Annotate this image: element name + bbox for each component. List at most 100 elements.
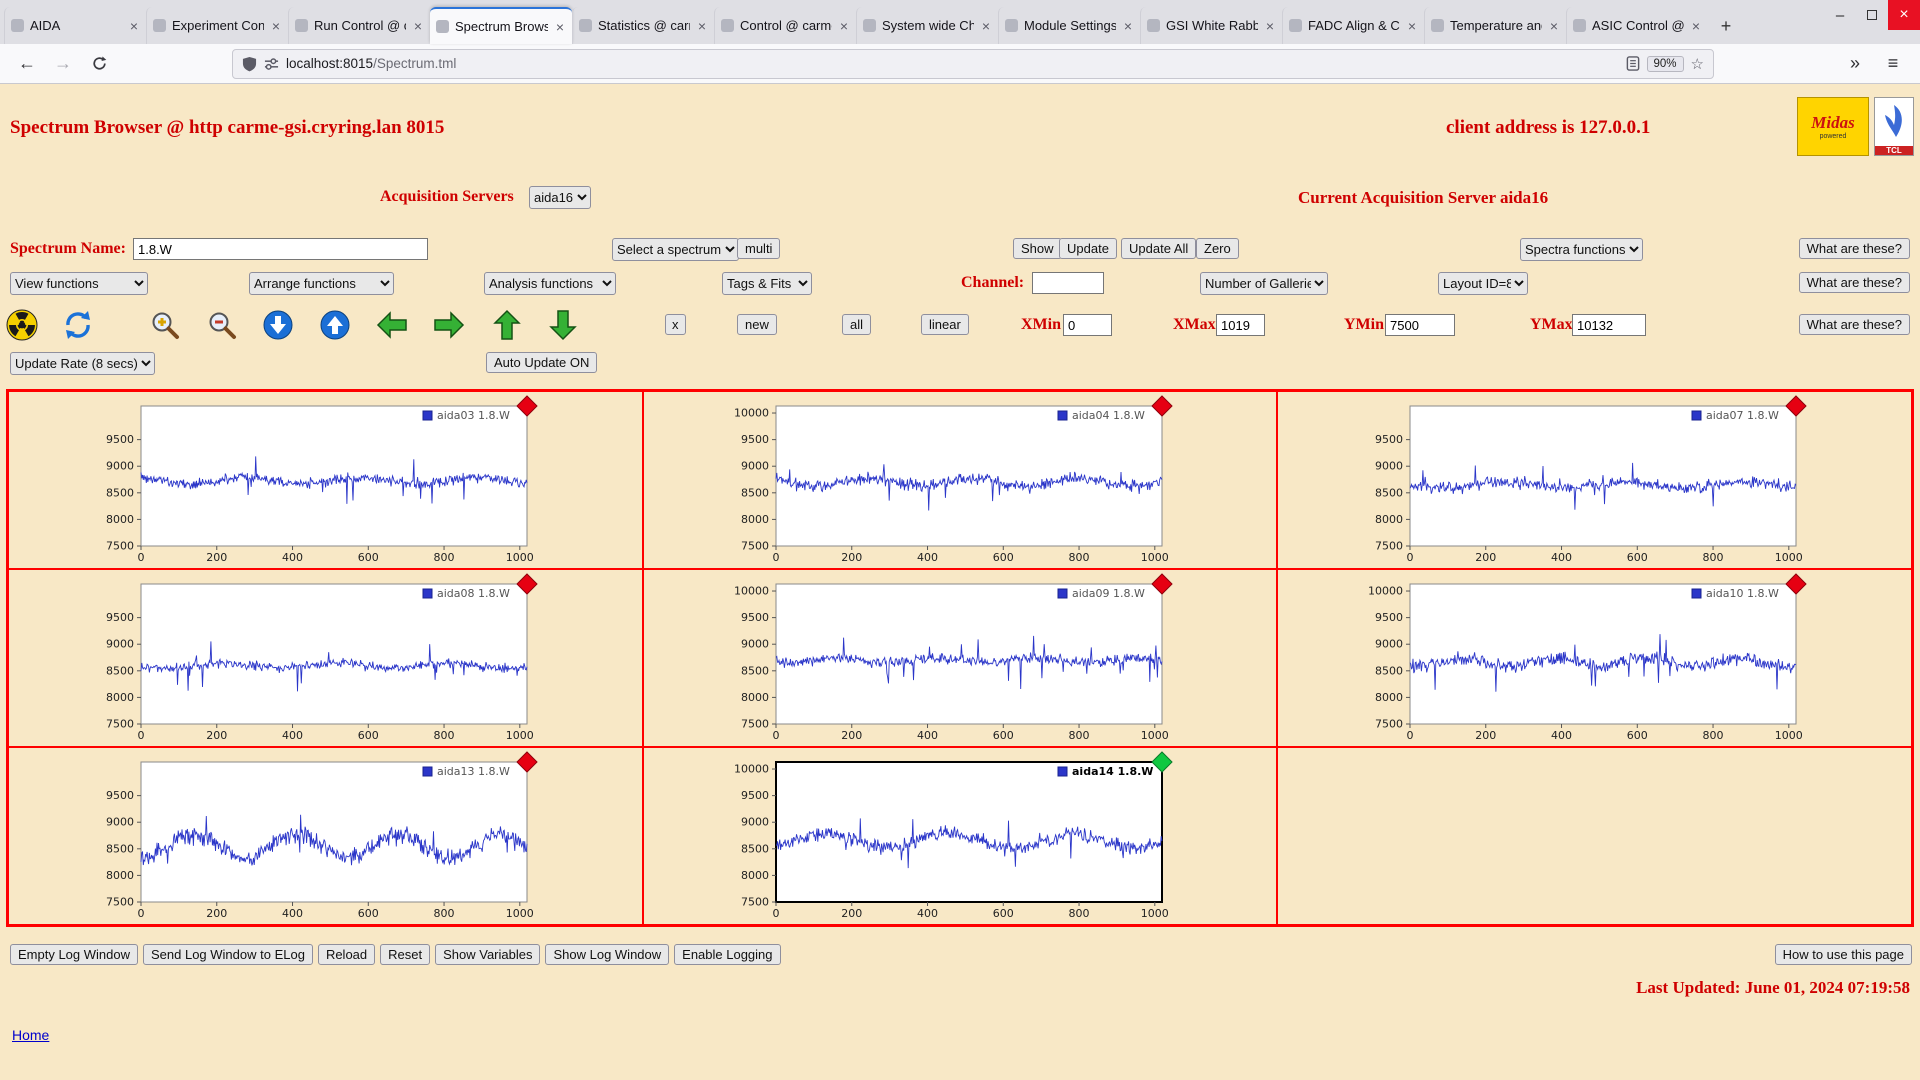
show-button[interactable]: Show xyxy=(1013,238,1062,259)
ymin-input[interactable] xyxy=(1385,314,1455,336)
move-left-icon[interactable] xyxy=(376,309,408,341)
radiation-icon[interactable] xyxy=(6,309,38,341)
browser-tab[interactable]: Run Control @ c × xyxy=(288,7,430,44)
view-functions-dropdown[interactable]: View functions xyxy=(10,272,148,295)
move-up-icon[interactable] xyxy=(491,309,523,341)
bookmark-star-icon[interactable]: ☆ xyxy=(1691,55,1704,73)
spectrum-cell-aida09[interactable]: 10000 9500 9000 8500 8000 7500 0 200 400 600 800 10… xyxy=(642,569,1278,747)
tab-close-icon[interactable]: × xyxy=(270,18,282,34)
tags-fits-dropdown[interactable]: Tags & Fits xyxy=(722,272,812,295)
address-bar[interactable]: localhost:8015/Spectrum.tml 90% ☆ xyxy=(232,48,1714,79)
ymax-input[interactable] xyxy=(1572,314,1646,336)
tab-close-icon[interactable]: × xyxy=(412,18,424,34)
tab-close-icon[interactable]: × xyxy=(838,18,850,34)
tab-close-icon[interactable]: × xyxy=(554,19,566,35)
spectrum-cell-aida13[interactable]: 9500 9000 8500 8000 7500 0 200 400 600 800 1000 aid… xyxy=(8,747,643,925)
spectrum-plot[interactable]: 9500 9000 8500 8000 7500 0 200 400 600 800 1000 aid… xyxy=(9,748,640,925)
browser-tab[interactable]: Module Settings × xyxy=(998,7,1140,44)
update-rate-dropdown[interactable]: Update Rate (8 secs) xyxy=(10,352,155,375)
tab-close-icon[interactable]: × xyxy=(1406,18,1418,34)
number-of-galleries-dropdown[interactable]: Number of Galleries xyxy=(1200,272,1328,295)
browser-tab[interactable]: Control @ carme × xyxy=(714,7,856,44)
update-button[interactable]: Update xyxy=(1059,238,1117,259)
refresh-spectra-icon[interactable] xyxy=(62,309,94,341)
select-spectrum-dropdown[interactable]: Select a spectrum xyxy=(612,238,739,261)
spectrum-cell-aida07[interactable]: 9500 9000 8500 8000 7500 0 200 400 600 800 1000 aid… xyxy=(1277,391,1912,569)
shield-icon[interactable] xyxy=(242,56,257,72)
browser-tab[interactable]: ASIC Control @ l × xyxy=(1566,7,1708,44)
x-button[interactable]: x xyxy=(665,314,686,335)
tab-close-icon[interactable]: × xyxy=(1122,18,1134,34)
how-to-use-button[interactable]: How to use this page xyxy=(1774,944,1912,965)
channel-input[interactable] xyxy=(1032,272,1104,294)
browser-tab[interactable]: FADC Align & Co × xyxy=(1282,7,1424,44)
zero-button[interactable]: Zero xyxy=(1196,238,1239,259)
new-tab-button[interactable]: + xyxy=(1712,11,1740,41)
footer-button[interactable]: Show Variables xyxy=(435,944,541,965)
spectrum-plot[interactable]: 9500 9000 8500 8000 7500 0 200 400 600 800 1000 aid… xyxy=(1278,392,1909,569)
move-down-icon[interactable] xyxy=(547,309,579,341)
layout-id-dropdown[interactable]: Layout ID=8 xyxy=(1438,272,1528,295)
footer-button[interactable]: Reset xyxy=(380,944,431,965)
zoom-in-icon[interactable] xyxy=(149,309,181,341)
connection-settings-icon[interactable] xyxy=(264,57,279,71)
spectrum-cell-aida08[interactable]: 9500 9000 8500 8000 7500 0 200 400 600 800 1000 aid… xyxy=(8,569,643,747)
expand-y-icon[interactable] xyxy=(262,309,294,341)
zoom-level-button[interactable]: 90% xyxy=(1646,55,1684,72)
spectrum-name-input[interactable] xyxy=(133,238,428,260)
tab-close-icon[interactable]: × xyxy=(128,18,140,34)
minimize-button[interactable]: – xyxy=(1824,0,1856,30)
spectrum-cell-aida10[interactable]: 10000 9500 9000 8500 8000 7500 0 200 400 600 800 10… xyxy=(1277,569,1912,747)
tab-close-icon[interactable]: × xyxy=(1548,18,1560,34)
all-button[interactable]: all xyxy=(842,314,872,335)
extensions-overflow-icon[interactable]: » xyxy=(1840,49,1870,79)
footer-button[interactable]: Reload xyxy=(317,944,376,965)
tab-close-icon[interactable]: × xyxy=(1264,18,1276,34)
home-link[interactable]: Home xyxy=(12,1027,49,1043)
footer-button[interactable]: Empty Log Window xyxy=(10,944,138,965)
xmax-input[interactable] xyxy=(1216,314,1265,336)
xmin-input[interactable] xyxy=(1063,314,1112,336)
url-text[interactable]: localhost:8015/Spectrum.tml xyxy=(286,56,456,71)
spectrum-cell-aida14[interactable]: 10000 9500 9000 8500 8000 7500 0 200 400 600 800 10… xyxy=(642,747,1278,925)
maximize-button[interactable] xyxy=(1856,0,1888,30)
browser-tab[interactable]: System wide Che × xyxy=(856,7,998,44)
browser-tab[interactable]: GSI White Rabbit × xyxy=(1140,7,1282,44)
update-all-button[interactable]: Update All xyxy=(1121,238,1197,259)
close-button[interactable]: × xyxy=(1888,0,1920,30)
spectra-functions-dropdown[interactable]: Spectra functions xyxy=(1520,238,1643,261)
spectrum-plot[interactable]: 10000950090008500800075000 200 400 600 800 10… xyxy=(1278,570,1909,747)
move-right-icon[interactable] xyxy=(433,309,465,341)
browser-tab[interactable]: Statistics @ carn × xyxy=(572,7,714,44)
shrink-y-icon[interactable] xyxy=(319,309,351,341)
tab-close-icon[interactable]: × xyxy=(980,18,992,34)
spectrum-cell-aida04[interactable]: 10000 9500 9000 8500 8000 7500 0 200 400 600 800 10… xyxy=(642,391,1278,569)
tab-close-icon[interactable]: × xyxy=(696,18,708,34)
new-button[interactable]: new xyxy=(737,314,777,335)
multi-button[interactable]: multi xyxy=(737,238,781,259)
what-are-these-button-3[interactable]: What are these? xyxy=(1798,314,1910,335)
arrange-functions-dropdown[interactable]: Arrange functions xyxy=(249,272,394,295)
reader-mode-icon[interactable] xyxy=(1626,56,1640,71)
auto-update-button[interactable]: Auto Update ON xyxy=(486,352,598,373)
menu-hamburger-icon[interactable]: ≡ xyxy=(1878,49,1908,79)
forward-button[interactable]: → xyxy=(48,49,78,79)
spectrum-plot[interactable]: 10000950090008500800075000 200 400 600 800 10… xyxy=(644,570,1275,747)
linear-button[interactable]: linear xyxy=(921,314,969,335)
back-button[interactable]: ← xyxy=(12,49,42,79)
spectrum-plot[interactable]: 10000950090008500800075000 200 400 600 800 10… xyxy=(644,748,1275,925)
footer-button[interactable]: Show Log Window xyxy=(545,944,670,965)
spectrum-plot[interactable]: 10000950090008500800075000 200 400 600 800 10… xyxy=(644,392,1275,569)
spectrum-cell-aida03[interactable]: 9500 9000 8500 8000 7500 0 200 400 600 800 1000 aid… xyxy=(8,391,643,569)
browser-tab[interactable]: AIDA × xyxy=(4,7,146,44)
footer-button[interactable]: Enable Logging xyxy=(674,944,781,965)
browser-tab[interactable]: Spectrum Brows × xyxy=(430,7,572,44)
browser-tab[interactable]: Experiment Contr × xyxy=(146,7,288,44)
zoom-out-icon[interactable] xyxy=(206,309,238,341)
refresh-button[interactable] xyxy=(84,49,114,79)
what-are-these-button-2[interactable]: What are these? xyxy=(1798,272,1910,293)
footer-button[interactable]: Send Log Window to ELog xyxy=(143,944,313,965)
browser-tab[interactable]: Temperature and × xyxy=(1424,7,1566,44)
what-are-these-button-1[interactable]: What are these? xyxy=(1798,238,1910,259)
spectrum-plot[interactable]: 9500 9000 8500 8000 7500 0 200 400 600 800 1000 aid… xyxy=(9,392,640,569)
